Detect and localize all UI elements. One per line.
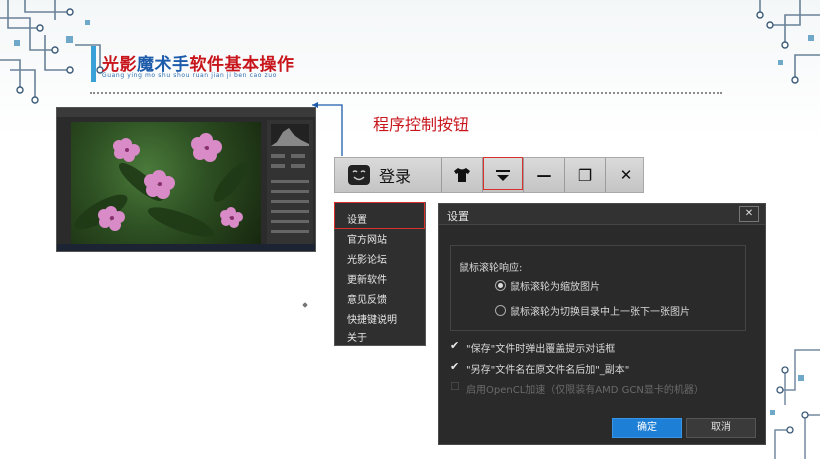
thumbnail-taskbar bbox=[57, 244, 315, 251]
checkbox-saveas-suffix-label: "另存"文件名在原文件名后加"_副本" bbox=[466, 365, 630, 376]
user-avatar-icon bbox=[348, 165, 370, 185]
callout-connector bbox=[312, 102, 343, 156]
app-screenshot-thumbnail bbox=[56, 107, 316, 252]
circuit-decoration-top-right bbox=[756, 0, 820, 84]
settings-item-highlight bbox=[334, 202, 425, 229]
settings-dialog: 设置 ✕ 鼠标滚轮响应: 鼠标滚轮为缩放图片 鼠标滚轮为切换目录中上一张下一张图… bbox=[438, 203, 766, 445]
login-button[interactable]: 登录 bbox=[335, 158, 441, 192]
skin-button[interactable] bbox=[441, 158, 482, 192]
checkbox-opencl-label: 启用OpenCL加速（仅限装有AMD GCN显卡的机器） bbox=[466, 385, 704, 396]
radio-zoom-label: 鼠标滚轮为缩放图片 bbox=[510, 282, 600, 293]
restore-icon: ❐ bbox=[577, 165, 593, 185]
flower-illustration bbox=[74, 133, 249, 237]
minimize-button[interactable]: — bbox=[523, 158, 564, 192]
header-accent-bar bbox=[91, 46, 96, 82]
radio-switch-label: 鼠标滚轮为切换目录中上一张下一张图片 bbox=[510, 307, 690, 318]
flower-photo bbox=[71, 122, 261, 244]
dialog-titlebar bbox=[439, 204, 765, 225]
checkbox-save-overwrite[interactable]: ✔ bbox=[450, 339, 459, 352]
circuit-decoration-bottom-right bbox=[770, 349, 820, 459]
checkbox-opencl: ☐ bbox=[450, 380, 460, 393]
menu-item-feedback[interactable]: 意见反馈 bbox=[347, 291, 387, 306]
ok-button[interactable]: 确定 bbox=[612, 418, 682, 438]
radio-switch[interactable] bbox=[495, 305, 506, 316]
dialog-close-button[interactable]: ✕ bbox=[739, 206, 759, 222]
menu-item-update[interactable]: 更新软件 bbox=[347, 271, 387, 286]
callout-label: 程序控制按钮 bbox=[373, 115, 470, 134]
checkbox-save-overwrite-label: "保存"文件时弹出覆盖提示对话框 bbox=[466, 344, 616, 355]
menu-item-about[interactable]: 关于 bbox=[347, 329, 367, 344]
page-title-pinyin: Guang ying mo shu shou ruan jian ji ben … bbox=[102, 72, 277, 79]
menu-item-forum[interactable]: 光影论坛 bbox=[347, 251, 387, 266]
checkbox-saveas-suffix[interactable]: ✔ bbox=[450, 360, 459, 373]
close-icon: ✕ bbox=[744, 208, 754, 219]
radio-zoom[interactable] bbox=[495, 280, 506, 291]
tshirt-icon bbox=[454, 168, 470, 182]
wheel-label: 鼠标滚轮响应: bbox=[459, 263, 523, 274]
menu-button-highlight bbox=[483, 157, 523, 190]
dialog-title: 设置 bbox=[447, 210, 469, 223]
thumbnail-side-panel bbox=[267, 120, 313, 245]
menu-item-shortcuts[interactable]: 快捷键说明 bbox=[347, 311, 397, 326]
header-divider bbox=[90, 92, 722, 94]
thumbnail-titlebar bbox=[57, 108, 315, 117]
login-label: 登录 bbox=[379, 167, 412, 186]
minimize-icon: — bbox=[536, 166, 552, 184]
close-icon: ✕ bbox=[619, 166, 633, 184]
menu-item-official-site[interactable]: 官方网站 bbox=[347, 231, 387, 246]
close-button[interactable]: ✕ bbox=[605, 158, 646, 192]
cancel-button[interactable]: 取消 bbox=[686, 418, 756, 438]
bullet-dot bbox=[302, 302, 308, 308]
restore-button[interactable]: ❐ bbox=[564, 158, 605, 192]
